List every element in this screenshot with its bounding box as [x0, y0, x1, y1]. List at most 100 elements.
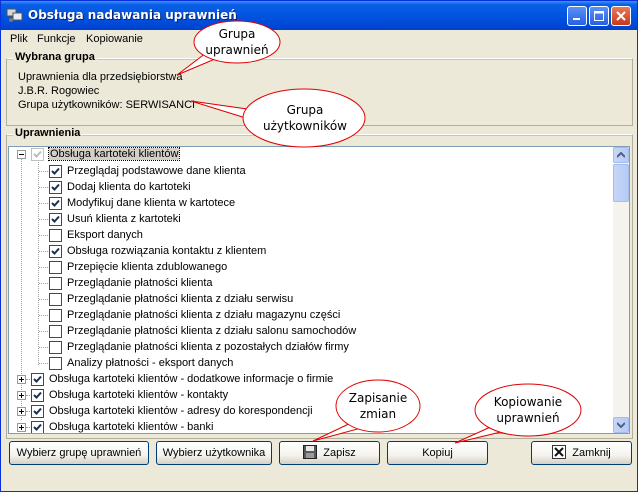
checkbox[interactable]: [31, 389, 44, 402]
tree-node[interactable]: Eksport danych: [9, 227, 609, 243]
tree-node[interactable]: Obsługa rozwiązania kontaktu z klientem: [9, 243, 609, 259]
tree-node[interactable]: Przeglądanie płatności klienta z działu …: [9, 291, 609, 307]
permissions-tree[interactable]: Obsługa kartoteki klientów Przeglądaj po…: [8, 146, 630, 434]
window-title: Obsługa nadawania uprawnień: [28, 8, 237, 22]
tree-node[interactable]: Przeglądanie płatności klienta z pozosta…: [9, 339, 609, 355]
callout-text: Zapisanie: [348, 391, 408, 405]
checkbox[interactable]: [49, 197, 62, 210]
close-window-label: Zamknij: [572, 447, 611, 459]
tree-node[interactable]: Usuń klienta z kartoteki: [9, 211, 609, 227]
checkbox[interactable]: [49, 293, 62, 306]
collapse-icon[interactable]: [17, 150, 26, 159]
checkbox[interactable]: [49, 213, 62, 226]
tree-line: [26, 411, 30, 412]
checkbox[interactable]: [31, 373, 44, 386]
menu-plik[interactable]: Plik: [10, 33, 28, 45]
scroll-down-button[interactable]: [613, 417, 629, 433]
copy-button[interactable]: Kopiuj: [387, 441, 488, 465]
close-button[interactable]: [611, 6, 631, 26]
tree-line: [39, 219, 48, 220]
tree-line: [26, 427, 30, 428]
tree-node[interactable]: Obsługa kartoteki klientów - dodatkowe i…: [9, 371, 609, 387]
tree-node[interactable]: Przepięcie klienta zdublowanego: [9, 259, 609, 275]
callout-text: uprawnień: [205, 43, 269, 57]
tree-node[interactable]: Modyfikuj dane klienta w kartotece: [9, 195, 609, 211]
choose-user-button[interactable]: Wybierz użytkownika: [156, 441, 272, 465]
menu-funkcje[interactable]: Funkcje: [37, 33, 76, 45]
chevron-up-icon: [617, 152, 625, 158]
company-permissions-label: Uprawnienia dla przedsiębiorstwa: [18, 71, 183, 83]
tree-node[interactable]: Przeglądanie płatności klienta: [9, 275, 609, 291]
expand-icon[interactable]: [17, 375, 26, 384]
tree-node[interactable]: Przeglądaj podstawowe dane klienta: [9, 163, 609, 179]
scroll-thumb[interactable]: [613, 164, 629, 202]
callout-copy-text: Kopiowanie uprawnień: [485, 394, 571, 426]
tree-line: [26, 395, 30, 396]
callout-text: uprawnień: [496, 411, 560, 425]
tree-line: [39, 187, 48, 188]
checkbox[interactable]: [49, 341, 62, 354]
tree-node-label: Analizy płatności - eksport danych: [67, 357, 234, 369]
menu-bar: Plik Funkcje Kopiowanie: [1, 31, 637, 49]
checkbox[interactable]: [31, 405, 44, 418]
checkbox[interactable]: [49, 309, 62, 322]
tree-line: [39, 299, 48, 300]
tree-node-label: Obsługa kartoteki klientów - kontakty: [49, 389, 229, 401]
title-bar[interactable]: Obsługa nadawania uprawnień: [1, 1, 637, 30]
checkbox[interactable]: [49, 165, 62, 178]
checkbox[interactable]: [49, 181, 62, 194]
expand-icon[interactable]: [17, 391, 26, 400]
scroll-up-button[interactable]: [613, 147, 629, 163]
close-window-button[interactable]: Zamknij: [531, 441, 632, 465]
checkbox[interactable]: [49, 277, 62, 290]
tree-node[interactable]: Przeglądanie płatności klienta z działu …: [9, 323, 609, 339]
tree-node[interactable]: Przeglądanie płatności klienta z działu …: [9, 307, 609, 323]
callout-save-text: Zapisanie zmian: [346, 390, 410, 422]
tree-node[interactable]: Analizy płatności - eksport danych: [9, 355, 609, 371]
expand-icon[interactable]: [17, 423, 26, 432]
minimize-icon: [573, 18, 580, 20]
checkbox[interactable]: [49, 261, 62, 274]
tree-node-label: Przeglądanie płatności klienta z działu …: [67, 309, 341, 321]
tree-node-label: Usuń klienta z kartoteki: [67, 213, 181, 225]
expand-icon[interactable]: [17, 407, 26, 416]
checkbox[interactable]: [31, 148, 44, 161]
tree-node-label: Obsługa kartoteki klientów - banki: [49, 421, 214, 433]
checkbox[interactable]: [49, 229, 62, 242]
tree-line: [39, 203, 48, 204]
tree-node-label: Dodaj klienta do kartoteki: [67, 181, 191, 193]
app-icon: [6, 7, 24, 23]
save-button[interactable]: Zapisz: [279, 441, 380, 465]
company-name: J.B.R. Rogowiec: [18, 85, 100, 97]
maximize-icon: [594, 11, 604, 21]
tree-line: [39, 283, 48, 284]
checkbox[interactable]: [49, 245, 62, 258]
tree-line: [39, 315, 48, 316]
tree-node[interactable]: Dodaj klienta do kartoteki: [9, 179, 609, 195]
callout-text: Kopiowanie: [493, 395, 563, 409]
checkbox[interactable]: [49, 357, 62, 370]
floppy-disk-icon: [303, 444, 318, 462]
copy-label: Kopiuj: [422, 447, 453, 459]
tree-node-label: Obsługa kartoteki klientów - adresy do k…: [49, 405, 313, 417]
tree-node-label: Obsługa kartoteki klientów: [47, 147, 181, 161]
checkbox[interactable]: [31, 421, 44, 433]
tree-node-label: Przeglądanie płatności klienta: [67, 277, 213, 289]
callout-text: użytkowników: [262, 119, 347, 133]
vertical-scrollbar[interactable]: [613, 147, 629, 433]
choose-group-button[interactable]: Wybierz grupę uprawnień: [9, 441, 149, 465]
tree-node-label: Przepięcie klienta zdublowanego: [67, 261, 228, 273]
tree-line: [39, 347, 48, 348]
tree-line: [39, 171, 48, 172]
tree-node-root[interactable]: Obsługa kartoteki klientów: [9, 147, 609, 163]
minimize-button[interactable]: [567, 6, 587, 26]
menu-kopiowanie[interactable]: Kopiowanie: [86, 33, 143, 45]
tree-node-label: Przeglądanie płatności klienta z działu …: [67, 293, 294, 305]
maximize-button[interactable]: [589, 6, 609, 26]
selected-group-legend: Wybrana grupa: [13, 51, 97, 63]
chevron-down-icon: [617, 422, 625, 428]
checkbox[interactable]: [49, 325, 62, 338]
save-label: Zapisz: [323, 447, 356, 459]
tree-node-label: Przeglądanie płatności klienta z pozosta…: [67, 341, 349, 353]
callout-group-text: Grupa uprawnień: [204, 26, 270, 58]
